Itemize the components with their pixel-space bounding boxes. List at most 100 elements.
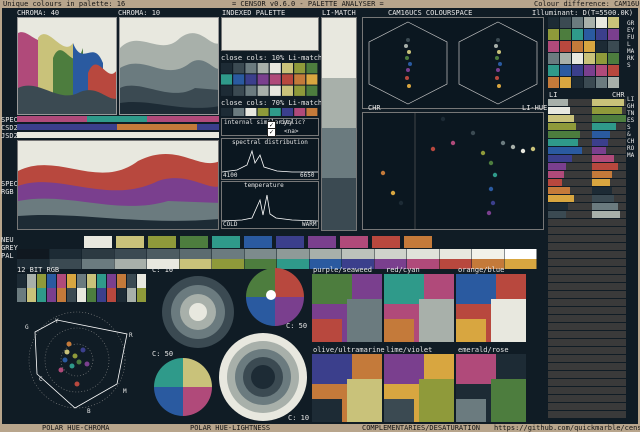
grid-cell — [584, 65, 595, 76]
right-palette-grid — [548, 17, 620, 89]
jsd2-label: JSD2 — [1, 132, 18, 140]
bit12-cell — [17, 274, 26, 288]
voronoi-cell — [312, 274, 352, 304]
polar-point — [62, 357, 68, 363]
grid-cell — [572, 65, 583, 76]
bar-bg — [548, 235, 626, 242]
neutral-swatch — [84, 236, 112, 248]
bar-bg — [548, 339, 626, 346]
bit12-cell — [57, 274, 66, 288]
cam-point — [406, 38, 410, 42]
li-hue-point — [470, 130, 476, 136]
options-panel: internal similarity ✓ cyclic? ✓ <na> — [221, 118, 319, 137]
palette-cell — [294, 74, 306, 85]
bar-bg — [548, 387, 626, 394]
cam-point — [405, 76, 409, 80]
grey-step — [82, 249, 114, 259]
close-cols-10-label: close cols: 10% Li-match — [221, 54, 323, 62]
grey-step — [277, 249, 309, 259]
li-hue-label: LI-HUE — [522, 104, 548, 112]
grid-cell — [548, 41, 559, 52]
cyclic-label: cyclic? — [280, 119, 306, 126]
bar-bg — [548, 307, 626, 314]
indexed-palette-gradient — [221, 17, 319, 51]
voronoi-cell — [312, 319, 342, 342]
polar-point — [76, 359, 82, 365]
bit12-cell — [77, 274, 86, 288]
grid-cell — [608, 17, 619, 28]
cyclic-checkbox[interactable]: ✓ — [267, 128, 276, 137]
cold-label: COLD — [223, 221, 238, 228]
lightness-chroma-label: LIGHTNESS & CHROMA — [627, 96, 635, 159]
voronoi-cell — [347, 299, 382, 342]
palette-cell — [294, 108, 306, 116]
li-bar — [548, 131, 580, 138]
cam-point — [405, 56, 409, 60]
li-bar — [548, 123, 576, 130]
grid-cell — [560, 77, 571, 88]
chroma-40-panel — [17, 17, 117, 115]
cam-point — [407, 50, 411, 54]
neutral-swatch — [308, 236, 336, 248]
li-hue-point — [430, 146, 436, 152]
palette-cell — [269, 74, 281, 85]
spectral-panel: spectral distribution 4100 6650 — [221, 138, 319, 180]
grey-ramp — [17, 249, 537, 259]
bar-bg — [548, 355, 626, 362]
spectrum-strips — [17, 116, 219, 140]
bit12-cell — [97, 288, 106, 302]
palette-cell — [269, 108, 281, 116]
li-bar — [548, 179, 562, 186]
orange-blue-label: orange/blue — [458, 266, 505, 274]
chr-bar — [592, 179, 610, 186]
grey-step — [472, 249, 504, 259]
chr-bar — [592, 155, 614, 162]
li-label: LI — [549, 91, 558, 99]
neutral-swatch — [276, 236, 304, 248]
voronoi-cell — [491, 299, 526, 342]
grid-cell — [560, 41, 571, 52]
li-bar — [548, 203, 568, 210]
li-hue-point — [530, 146, 536, 152]
palette-cell — [221, 63, 232, 74]
close-cols-70-label: close cols: 70% Li-match — [221, 99, 323, 107]
voronoi-cell — [419, 379, 454, 422]
li-bar — [548, 187, 570, 194]
li-hue-point — [440, 116, 446, 122]
li-bar — [548, 99, 568, 106]
purple-seaweed-label: purple/seaweed — [313, 266, 373, 274]
cam-point — [497, 50, 501, 54]
palette-cell — [306, 85, 318, 96]
close-cols-10-grid — [221, 63, 319, 97]
bar-bg — [548, 283, 626, 290]
bar-bg — [548, 227, 626, 234]
neutral-swatch — [116, 236, 144, 248]
grid-cell — [584, 17, 595, 28]
grid-cell — [572, 77, 583, 88]
bit12-cell — [47, 274, 56, 288]
cam-point — [494, 44, 498, 48]
polar-point — [64, 349, 70, 355]
bit12-cell — [27, 288, 36, 302]
indexed-palette-label: INDEXED PALETTE — [222, 9, 286, 17]
grid-cell — [584, 77, 595, 88]
pal-step — [114, 259, 147, 269]
repo-link[interactable]: https://github.com/quickmarble/censor — [494, 424, 640, 432]
camspace-label: CAM16UCS COLOURSPACE — [388, 9, 473, 17]
grid-cell — [560, 29, 571, 40]
chroma-40-waves — [18, 18, 116, 114]
c10b-label: C: 10 — [288, 414, 310, 422]
cam-point — [495, 76, 499, 80]
cam-point — [497, 84, 501, 88]
polar-point — [69, 363, 75, 369]
app-title: = CENSOR v0.6.0 - PALETTE ANALYSER = — [232, 0, 384, 8]
grid-cell — [596, 41, 607, 52]
bit12-cell — [87, 274, 96, 288]
close-cols-10-label-wrap: close cols: 10% Li-match — [221, 54, 323, 62]
bit12-cell — [67, 288, 76, 302]
chr-bar — [592, 187, 612, 194]
cam-point — [498, 62, 502, 66]
palette-cell — [221, 108, 232, 116]
grid-cell — [584, 53, 595, 64]
bit12-cell — [37, 288, 46, 302]
